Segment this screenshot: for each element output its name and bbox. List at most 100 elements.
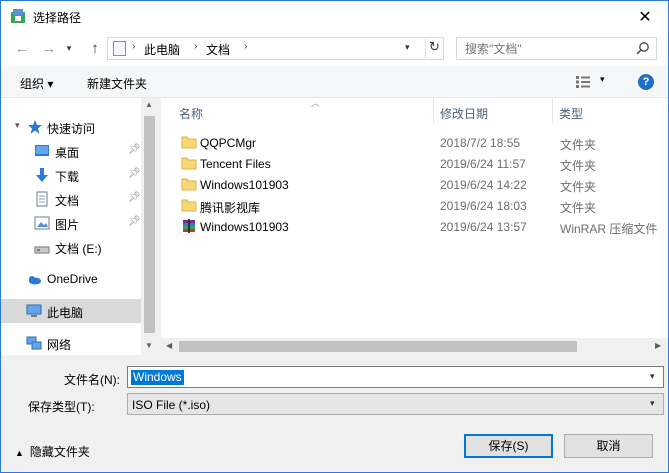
view-dropdown-icon[interactable]: ▾ — [600, 74, 605, 85]
file-date: 2018/7/2 18:55 — [440, 136, 521, 150]
nav-item-pictures[interactable]: 图片 📌︎ — [1, 211, 141, 235]
file-list-hscrollbar[interactable]: ◀ ▶ — [161, 338, 668, 355]
close-button[interactable]: ✕ — [622, 1, 668, 32]
file-row[interactable]: Tencent Files 2019/6/24 11:57 文件夹 — [161, 153, 668, 174]
search-input[interactable] — [465, 42, 625, 56]
cloud-icon — [29, 276, 41, 285]
filename-input[interactable]: Windows ▾ — [127, 366, 664, 388]
refresh-button[interactable]: ↻ — [425, 39, 443, 58]
file-row[interactable]: Windows101903 2019/6/24 14:22 文件夹 — [161, 174, 668, 195]
winrar-archive-icon — [183, 219, 195, 233]
filetype-label: 保存类型(T): — [28, 400, 95, 414]
nav-quick-access[interactable]: ▾ 快速访问 — [1, 115, 141, 139]
file-row[interactable]: 腾讯影视库 2019/6/24 18:03 文件夹 — [161, 195, 668, 216]
arrow-right-icon: → — [41, 39, 57, 57]
command-bar: 组织 ▾ 新建文件夹 ▾ ? — [1, 66, 668, 98]
refresh-icon: ↻ — [429, 39, 440, 54]
nav-item-drive-e[interactable]: 文档 (E:) — [1, 235, 141, 259]
forward-button[interactable]: → — [41, 39, 57, 57]
breadcrumb-documents[interactable]: 文档 — [206, 41, 230, 58]
nav-label: OneDrive — [47, 272, 98, 286]
scrollbar-thumb[interactable] — [179, 341, 577, 352]
nav-item-documents[interactable]: 文档 📌︎ — [1, 187, 141, 211]
folder-icon — [181, 178, 197, 191]
search-icon — [636, 42, 649, 55]
nav-label: 图片 — [55, 218, 80, 232]
title-bar[interactable]: 选择路径 ✕ — [1, 1, 668, 32]
sort-ascending-icon: ︿ — [311, 98, 321, 108]
breadcrumb-separator-icon[interactable]: › — [194, 41, 197, 52]
arrow-left-icon: ← — [14, 39, 30, 57]
nav-scrollbar[interactable]: ▲ ▼ — [141, 98, 158, 355]
navigation-pane: ▾ 快速访问 桌面 📌︎ 下载 📌︎ 文档 📌︎ 图片 📌︎ 文档 (E:) O… — [1, 98, 158, 355]
new-folder-button[interactable]: 新建文件夹 — [87, 75, 147, 92]
nav-label: 网络 — [47, 338, 72, 352]
drive-icon — [34, 246, 50, 254]
nav-item-desktop[interactable]: 桌面 📌︎ — [1, 139, 141, 163]
hide-folders-toggle[interactable]: ▲ 隐藏文件夹 — [15, 443, 90, 460]
file-type: 文件夹 — [560, 201, 597, 215]
file-name: QQPCMgr — [200, 136, 257, 150]
address-bar[interactable]: › 此电脑 › 文档 › ▾ ↻ — [107, 37, 444, 60]
breadcrumb-this-pc[interactable]: 此电脑 — [144, 41, 180, 58]
save-dialog: 选择路径 ✕ ← → ▾ ↑ › 此电脑 › 文档 › ▾ ↻ 组织 — [0, 0, 669, 473]
nav-item-downloads[interactable]: 下载 📌︎ — [1, 163, 141, 187]
scroll-up-icon[interactable]: ▲ — [145, 100, 153, 109]
chevron-up-icon: ▲ — [15, 448, 24, 458]
scroll-right-icon[interactable]: ▶ — [655, 341, 661, 350]
file-row[interactable]: QQPCMgr 2018/7/2 18:55 文件夹 — [161, 132, 668, 153]
chevron-down-icon[interactable]: ▾ — [650, 371, 655, 382]
window-title: 选择路径 — [33, 11, 82, 25]
file-list: ︿ 名称 修改日期 类型 QQPCMgr 2018/7/2 18:55 文件夹 … — [161, 98, 668, 355]
scroll-down-icon[interactable]: ▼ — [145, 341, 153, 350]
hide-folders-label: 隐藏文件夹 — [29, 445, 90, 459]
back-button[interactable]: ← — [14, 39, 30, 57]
file-date: 2019/6/24 11:57 — [440, 157, 526, 171]
nav-label: 下载 — [55, 170, 80, 184]
file-name: 腾讯影视库 — [200, 201, 261, 215]
recent-locations-button[interactable]: ▾ — [64, 40, 74, 56]
column-header-name[interactable]: ︿ 名称 — [173, 98, 433, 124]
nav-label: 文档 (E:) — [55, 242, 102, 256]
file-name: Windows101903 — [200, 220, 289, 234]
nav-item-onedrive[interactable]: OneDrive — [1, 267, 141, 291]
pin-icon: 📌︎ — [128, 168, 141, 179]
nav-item-this-pc[interactable]: 此电脑 — [1, 299, 141, 323]
breadcrumb-separator-icon[interactable]: › — [132, 41, 135, 52]
chevron-down-icon[interactable]: ▾ — [15, 120, 20, 131]
chevron-down-icon: ▾ — [66, 42, 72, 53]
help-icon[interactable]: ? — [638, 74, 654, 90]
organize-button[interactable]: 组织 ▾ — [20, 75, 53, 92]
view-options-icon[interactable] — [575, 75, 591, 89]
nav-label: 文档 — [55, 194, 80, 208]
pin-icon: 📌︎ — [128, 192, 141, 203]
save-options-area: 文件名(N): Windows ▾ 保存类型(T): ISO File (*.i… — [1, 355, 668, 472]
address-history-dropdown[interactable]: ▾ — [405, 42, 410, 53]
cancel-button[interactable]: 取消 — [564, 434, 653, 458]
scroll-left-icon[interactable]: ◀ — [166, 341, 172, 350]
file-type: 文件夹 — [560, 180, 597, 194]
folder-icon — [181, 157, 197, 170]
save-button[interactable]: 保存(S) — [464, 434, 553, 458]
file-row[interactable]: Windows101903 2019/6/24 13:57 WinRAR 压缩文… — [161, 216, 668, 237]
search-box[interactable] — [456, 37, 657, 60]
document-folder-icon — [113, 41, 126, 56]
column-header-type[interactable]: 类型 — [553, 98, 668, 124]
column-label: 修改日期 — [440, 107, 489, 121]
folder-icon — [181, 136, 197, 149]
file-date: 2019/6/24 18:03 — [440, 199, 527, 213]
chevron-down-icon[interactable]: ▾ — [650, 398, 655, 409]
file-name: Windows101903 — [200, 178, 289, 192]
filetype-select[interactable]: ISO File (*.iso) ▾ — [127, 393, 664, 415]
up-button[interactable]: ↑ — [87, 40, 103, 57]
column-header-date[interactable]: 修改日期 — [434, 98, 552, 124]
filename-value[interactable]: Windows — [131, 370, 184, 385]
pin-icon: 📌︎ — [128, 144, 141, 155]
breadcrumb-separator-icon[interactable]: › — [244, 41, 247, 52]
nav-item-network[interactable]: 网络 — [1, 331, 141, 355]
filetype-value: ISO File (*.iso) — [132, 398, 211, 412]
nav-label: 桌面 — [55, 146, 80, 160]
file-name: Tencent Files — [200, 157, 271, 171]
scrollbar-thumb[interactable] — [144, 116, 155, 333]
pin-icon: 📌︎ — [128, 216, 141, 227]
